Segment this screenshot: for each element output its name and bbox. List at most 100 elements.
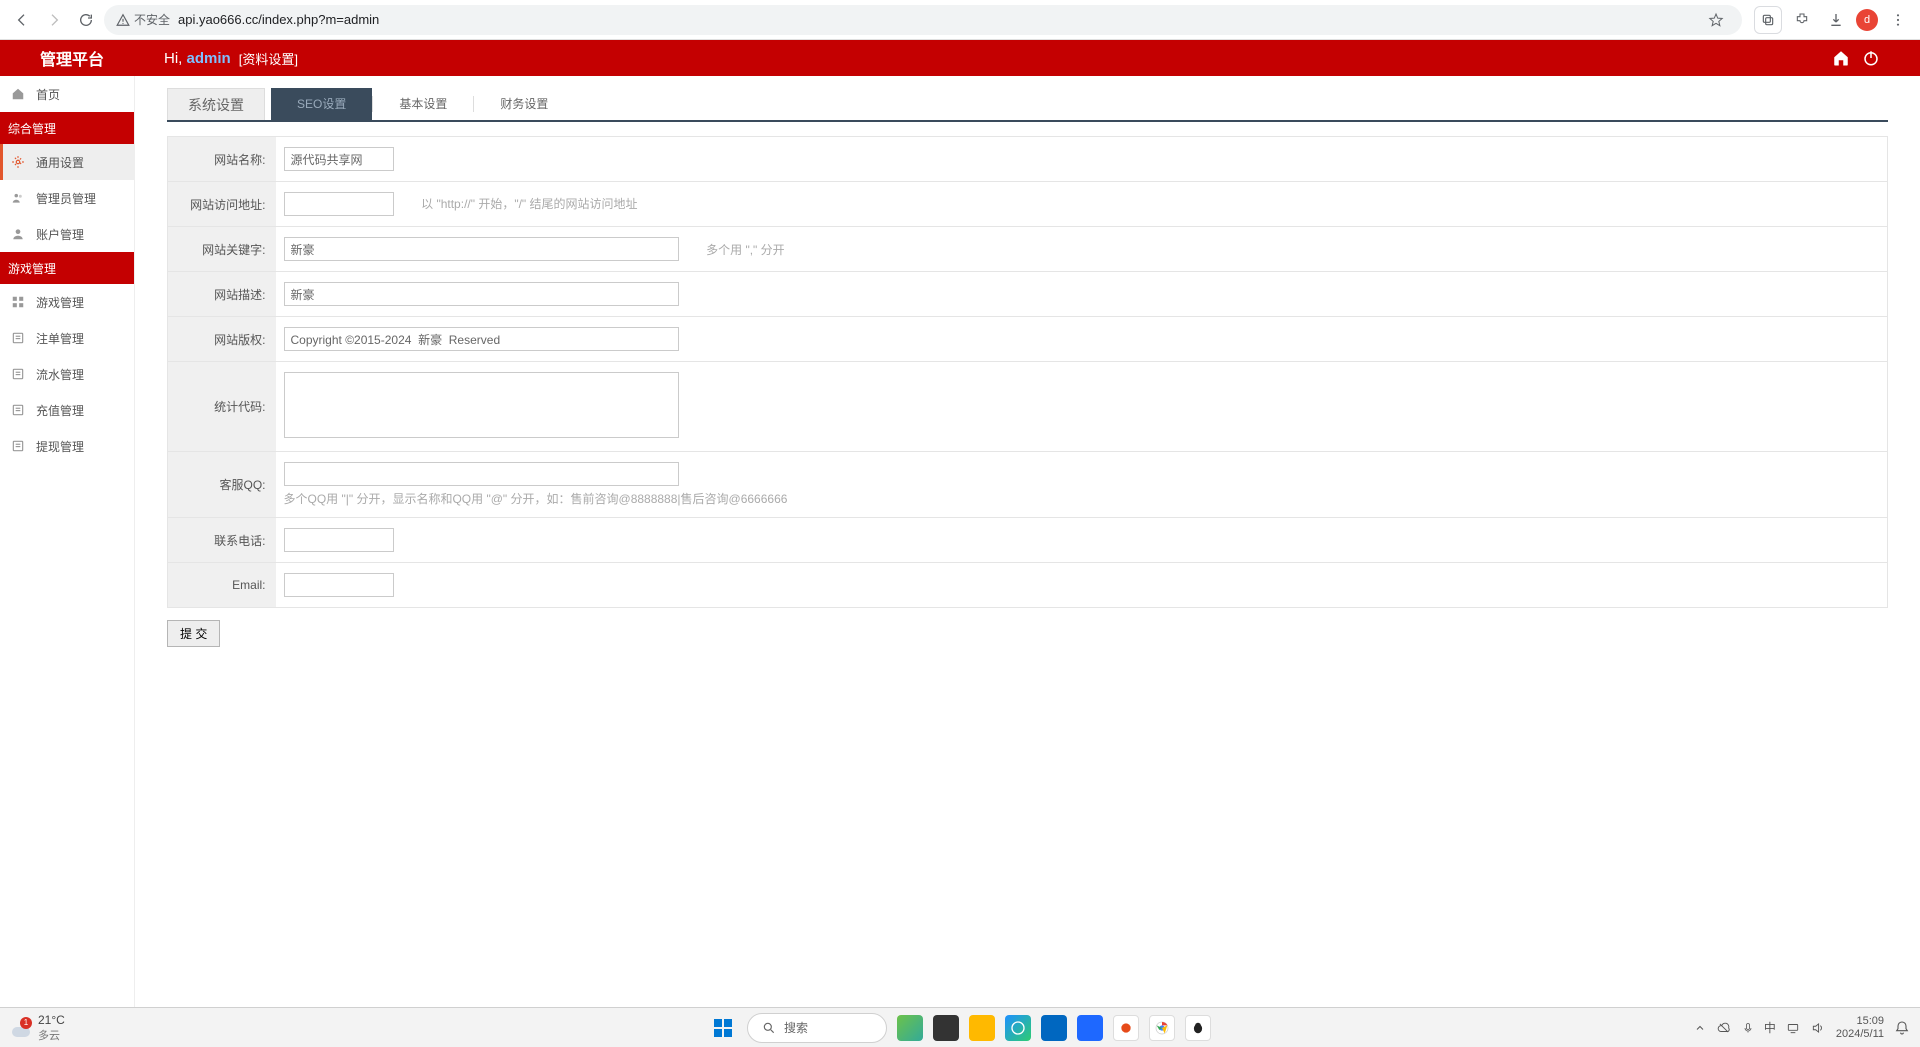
sidebar-item-label: 充值管理 — [36, 402, 84, 419]
tab-seo[interactable]: SEO设置 — [271, 88, 372, 120]
taskbar-app-chrome[interactable] — [1149, 1015, 1175, 1041]
extension-button[interactable] — [1754, 6, 1782, 34]
home-icon[interactable] — [1832, 49, 1850, 67]
row-keywords: 网站关键字: 多个用 "," 分开 — [168, 227, 1888, 272]
current-user: admin — [187, 50, 231, 67]
taskbar-app[interactable] — [897, 1015, 923, 1041]
sidebar-item-general-settings[interactable]: 通用设置 — [0, 144, 134, 180]
sidebar-item-label: 账户管理 — [36, 226, 84, 243]
sidebar-item-label: 首页 — [36, 86, 60, 103]
input-keywords[interactable] — [284, 237, 679, 261]
taskbar-tray: 中 15:09 2024/5/11 — [1694, 1015, 1910, 1039]
sidebar: 首页 综合管理 通用设置 管理员管理 账户管理 游戏管理 游戏管理 注单管理 流… — [0, 76, 135, 1007]
insecure-label: 不安全 — [134, 11, 170, 28]
tab-finance[interactable]: 财务设置 — [474, 88, 574, 120]
sidebar-item-withdraw[interactable]: 提现管理 — [0, 428, 134, 464]
warning-icon — [116, 13, 130, 27]
taskbar-center: 搜索 — [709, 1013, 1211, 1043]
taskbar-app-blue[interactable] — [1077, 1015, 1103, 1041]
download-icon[interactable] — [1822, 6, 1850, 34]
browser-top-bar: 不安全 api.yao666.cc/index.php?m=admin d — [0, 0, 1920, 40]
sidebar-section-general: 综合管理 — [0, 112, 134, 144]
sidebar-item-accounts[interactable]: 账户管理 — [0, 216, 134, 252]
sidebar-item-recharge[interactable]: 充值管理 — [0, 392, 134, 428]
browser-back-button[interactable] — [8, 6, 36, 34]
search-icon — [762, 1021, 776, 1035]
address-bar[interactable]: 不安全 api.yao666.cc/index.php?m=admin — [104, 5, 1742, 35]
tab-basic[interactable]: 基本设置 — [373, 88, 473, 120]
row-site-url: 网站访问地址: 以 "http://" 开始，"/" 结尾的网站访问地址 — [168, 182, 1888, 227]
sidebar-item-games[interactable]: 游戏管理 — [0, 284, 134, 320]
hint-qq: 多个QQ用 "|" 分开，显示名称和QQ用 "@" 分开，如：售前咨询@8888… — [284, 490, 1880, 507]
hint-keywords: 多个用 "," 分开 — [706, 243, 785, 257]
input-site-name[interactable] — [284, 147, 394, 171]
hint-site-url: 以 "http://" 开始，"/" 结尾的网站访问地址 — [421, 197, 637, 211]
profile-avatar[interactable]: d — [1856, 9, 1878, 31]
taskbar-search[interactable]: 搜索 — [747, 1013, 887, 1043]
tray-ime[interactable]: 中 — [1764, 1019, 1776, 1036]
browser-actions: d — [1746, 6, 1912, 34]
tray-network-icon[interactable] — [1786, 1021, 1800, 1035]
input-copyright[interactable] — [284, 327, 679, 351]
app-header: 管理平台 Hi, admin [资料设置] — [0, 40, 1920, 76]
tray-volume-icon[interactable] — [1810, 1021, 1826, 1035]
row-copyright: 网站版权: — [168, 317, 1888, 362]
input-qq[interactable] — [284, 462, 679, 486]
label-description: 网站描述: — [168, 272, 276, 317]
sidebar-item-label: 通用设置 — [36, 154, 84, 171]
star-icon[interactable] — [1702, 6, 1730, 34]
label-site-url: 网站访问地址: — [168, 182, 276, 227]
windows-taskbar: 1 21°C 多云 搜索 — [0, 1007, 1920, 1047]
label-email: Email: — [168, 563, 276, 608]
input-site-url[interactable] — [284, 192, 394, 216]
tray-chevron-icon[interactable] — [1694, 1022, 1706, 1034]
user-icon — [10, 227, 26, 241]
tray-cloud-icon[interactable] — [1716, 1021, 1732, 1035]
sidebar-item-home[interactable]: 首页 — [0, 76, 134, 112]
tray-mic-icon[interactable] — [1742, 1020, 1754, 1036]
sidebar-section-game: 游戏管理 — [0, 252, 134, 284]
sidebar-item-flow[interactable]: 流水管理 — [0, 356, 134, 392]
tab-row: 系统设置 SEO设置 基本设置 财务设置 — [167, 88, 1888, 122]
row-description: 网站描述: — [168, 272, 1888, 317]
taskbar-app-terminal[interactable] — [933, 1015, 959, 1041]
list-icon — [10, 439, 26, 453]
browser-reload-button[interactable] — [72, 6, 100, 34]
weather-icon: 1 — [10, 1017, 32, 1039]
sidebar-item-label: 注单管理 — [36, 330, 84, 347]
brand-title: 管理平台 — [40, 46, 104, 70]
list-icon — [10, 367, 26, 381]
input-phone[interactable] — [284, 528, 394, 552]
browser-menu-icon[interactable] — [1884, 6, 1912, 34]
sidebar-item-orders[interactable]: 注单管理 — [0, 320, 134, 356]
input-stats[interactable] — [284, 372, 679, 438]
insecure-indicator: 不安全 — [116, 11, 170, 28]
taskbar-app-store[interactable] — [1041, 1015, 1067, 1041]
taskbar-app-qq[interactable] — [1185, 1015, 1211, 1041]
label-stats: 统计代码: — [168, 362, 276, 452]
taskbar-clock[interactable]: 15:09 2024/5/11 — [1836, 1015, 1884, 1039]
start-button[interactable] — [709, 1014, 737, 1042]
label-phone: 联系电话: — [168, 518, 276, 563]
grid-icon — [10, 295, 26, 309]
row-stats: 统计代码: — [168, 362, 1888, 452]
taskbar-app-explorer[interactable] — [969, 1015, 995, 1041]
tab-group-title: 系统设置 — [167, 88, 265, 120]
label-site-name: 网站名称: — [168, 137, 276, 182]
sidebar-item-label: 流水管理 — [36, 366, 84, 383]
taskbar-weather[interactable]: 1 21°C 多云 — [10, 1013, 65, 1043]
power-icon[interactable] — [1862, 49, 1880, 67]
taskbar-app-edge[interactable] — [1005, 1015, 1031, 1041]
input-email[interactable] — [284, 573, 394, 597]
sidebar-item-admins[interactable]: 管理员管理 — [0, 180, 134, 216]
row-site-name: 网站名称: — [168, 137, 1888, 182]
header-breadcrumb: [资料设置] — [239, 49, 298, 68]
submit-button[interactable]: 提 交 — [167, 620, 220, 647]
taskbar-app-generic[interactable] — [1113, 1015, 1139, 1041]
input-description[interactable] — [284, 282, 679, 306]
tray-notifications-icon[interactable] — [1894, 1020, 1910, 1036]
extensions-icon[interactable] — [1788, 6, 1816, 34]
main-content: 系统设置 SEO设置 基本设置 财务设置 网站名称: 网站访问地址: 以 "ht… — [135, 76, 1920, 1007]
sidebar-item-label: 管理员管理 — [36, 190, 96, 207]
greeting: Hi, admin — [164, 50, 231, 67]
